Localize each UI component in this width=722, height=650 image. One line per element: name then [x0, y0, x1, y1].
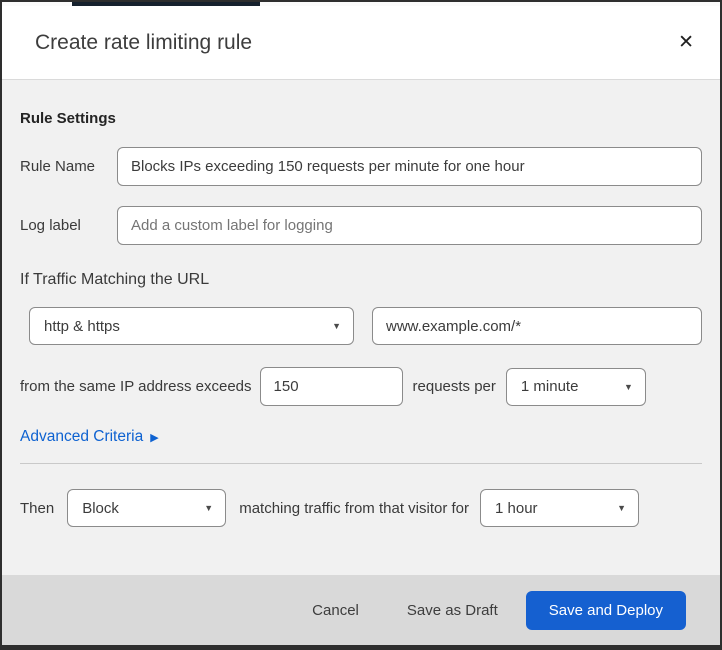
modal-body: Rule Settings Rule Name Log label If Tra… [2, 80, 720, 575]
modal-screenshot: Create rate limiting rule ✕ Rule Setting… [0, 0, 722, 650]
then-label: Then [20, 499, 55, 517]
log-label-label: Log label [20, 217, 81, 234]
action-select-value: Block [82, 499, 119, 517]
rate-middle-text: requests per [412, 378, 496, 395]
period-select[interactable]: 1 minute ▼ [505, 367, 646, 406]
url-pattern-input[interactable] [372, 307, 702, 345]
modal-header: Create rate limiting rule ✕ [2, 6, 720, 80]
scheme-select[interactable]: http & https ▼ [29, 307, 354, 345]
threshold-input[interactable] [259, 367, 403, 406]
rule-settings-heading: Rule Settings [20, 110, 116, 127]
rule-name-label: Rule Name [20, 158, 96, 175]
background-navbar-sliver [72, 2, 260, 6]
chevron-down-icon: ▼ [623, 381, 633, 392]
section-divider [20, 463, 702, 464]
chevron-down-icon: ▼ [617, 503, 627, 513]
traffic-matching-heading: If Traffic Matching the URL [20, 271, 210, 288]
modal-footer: Cancel Save as Draft Save and Deploy [2, 575, 720, 645]
rule-name-row: Rule Name [20, 147, 702, 186]
rule-name-input[interactable] [117, 147, 702, 186]
save-and-deploy-button[interactable]: Save and Deploy [525, 590, 686, 630]
duration-select-value: 1 hour [495, 499, 538, 517]
action-select[interactable]: Block ▼ [67, 489, 227, 527]
rate-threshold-row: from the same IP address exceeds request… [20, 367, 702, 406]
duration-text: matching traffic from that visitor for [239, 499, 470, 517]
arrow-right-icon: ▶ [150, 431, 159, 444]
log-label-input[interactable] [117, 206, 702, 245]
close-icon[interactable]: ✕ [672, 29, 700, 56]
duration-select[interactable]: 1 hour ▼ [480, 489, 640, 527]
advanced-criteria-link[interactable]: Advanced Criteria ▶ [20, 428, 159, 446]
background-page-strip [2, 2, 720, 6]
rate-prefix-text: from the same IP address exceeds [20, 378, 252, 395]
save-as-draft-button[interactable]: Save as Draft [403, 596, 502, 625]
advanced-criteria-label: Advanced Criteria [20, 428, 144, 445]
period-select-value: 1 minute [520, 378, 579, 395]
chevron-down-icon: ▼ [204, 503, 214, 513]
cancel-button[interactable]: Cancel [308, 596, 363, 625]
scheme-select-value: http & https [44, 317, 120, 335]
log-label-row: Log label [20, 206, 702, 245]
chevron-down-icon: ▼ [332, 321, 341, 331]
modal-title: Create rate limiting rule [35, 30, 253, 54]
then-action-row: Then Block ▼ matching traffic from that … [20, 489, 702, 527]
url-match-row: http & https ▼ [29, 307, 702, 345]
